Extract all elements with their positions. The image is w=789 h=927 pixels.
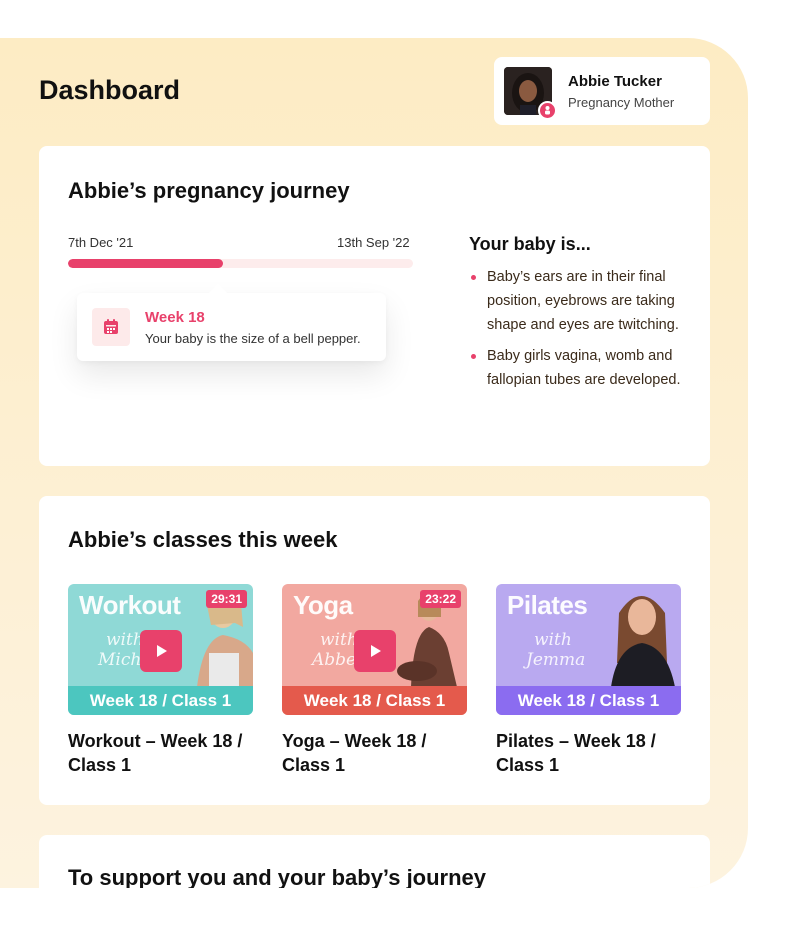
current-week-label: Week 18: [145, 309, 205, 326]
dashboard-panel: Dashboard Abbie Tucker Pregnancy Mother …: [0, 38, 748, 888]
instructor-photo: [611, 596, 675, 687]
class-thumbnail[interactable]: Pilates with Jemma Week 18 / Class 1: [496, 584, 681, 715]
baby-icon: [538, 101, 557, 120]
classes-card: Abbie’s classes this week Workout with M…: [39, 496, 710, 805]
thumbnail-class-name: Yoga: [293, 590, 353, 620]
current-week-tooltip: Week 18 Your baby is the size of a bell …: [77, 284, 386, 361]
user-role: Pregnancy Mother: [568, 95, 675, 110]
baby-fact-item: Baby girls vagina, womb and fallopian tu…: [469, 344, 694, 392]
class-title[interactable]: Workout – Week 18 / Class 1: [68, 729, 253, 777]
calendar-icon: [92, 308, 130, 346]
class-card-pilates[interactable]: Pilates with Jemma Week 18 / Class 1 Pil…: [496, 584, 681, 777]
thumbnail-instructor: Jemma: [526, 650, 586, 670]
journey-progress-fill: [68, 259, 224, 268]
thumbnail-with: with: [106, 630, 144, 650]
user-name: Abbie Tucker: [568, 73, 662, 90]
thumbnail-class-name: Pilates: [507, 590, 588, 620]
baby-fact-item: Baby’s ears are in their final position,…: [469, 265, 694, 337]
duration-badge: 23:22: [420, 590, 461, 608]
thumbnail-class-name: Workout: [79, 590, 181, 620]
thumbnail-with: with: [534, 630, 572, 650]
thumbnail-week-strip: Week 18 / Class 1: [282, 686, 467, 715]
thumbnail-week-strip: Week 18 / Class 1: [496, 686, 681, 715]
journey-progress-bar: [68, 259, 413, 268]
classes-title: Abbie’s classes this week: [68, 527, 338, 552]
pregnancy-journey-card: Abbie’s pregnancy journey 7th Dec '21 13…: [39, 146, 710, 466]
page-title: Dashboard: [39, 75, 181, 105]
play-icon[interactable]: [354, 630, 396, 672]
duration-badge: 29:31: [206, 590, 247, 608]
thumbnail-week-strip: Week 18 / Class 1: [68, 686, 253, 715]
play-icon[interactable]: [140, 630, 182, 672]
baby-facts-title: Your baby is...: [469, 234, 591, 254]
thumbnail-with: with: [320, 630, 358, 650]
journey-start-date: 7th Dec '21: [68, 235, 134, 250]
class-title[interactable]: Pilates – Week 18 / Class 1: [496, 729, 681, 777]
class-thumbnail[interactable]: Workout with Michelle 29:31 Week 18 / Cl…: [68, 584, 253, 715]
current-week-text: Your baby is the size of a bell pepper.: [145, 331, 361, 346]
baby-facts-list: Baby’s ears are in their final position,…: [469, 265, 694, 399]
support-card: To support you and your baby’s journey: [39, 835, 710, 888]
class-card-workout[interactable]: Workout with Michelle 29:31 Week 18 / Cl…: [68, 584, 253, 777]
class-title[interactable]: Yoga – Week 18 / Class 1: [282, 729, 467, 777]
user-profile-card[interactable]: Abbie Tucker Pregnancy Mother: [494, 57, 710, 125]
class-card-yoga[interactable]: Yoga with Abbey 23:22 Week 18 / Class 1 …: [282, 584, 467, 777]
journey-title: Abbie’s pregnancy journey: [68, 178, 350, 203]
class-thumbnail[interactable]: Yoga with Abbey 23:22 Week 18 / Class 1: [282, 584, 467, 715]
journey-end-date: 13th Sep '22: [337, 235, 410, 250]
support-title: To support you and your baby’s journey: [68, 865, 487, 888]
